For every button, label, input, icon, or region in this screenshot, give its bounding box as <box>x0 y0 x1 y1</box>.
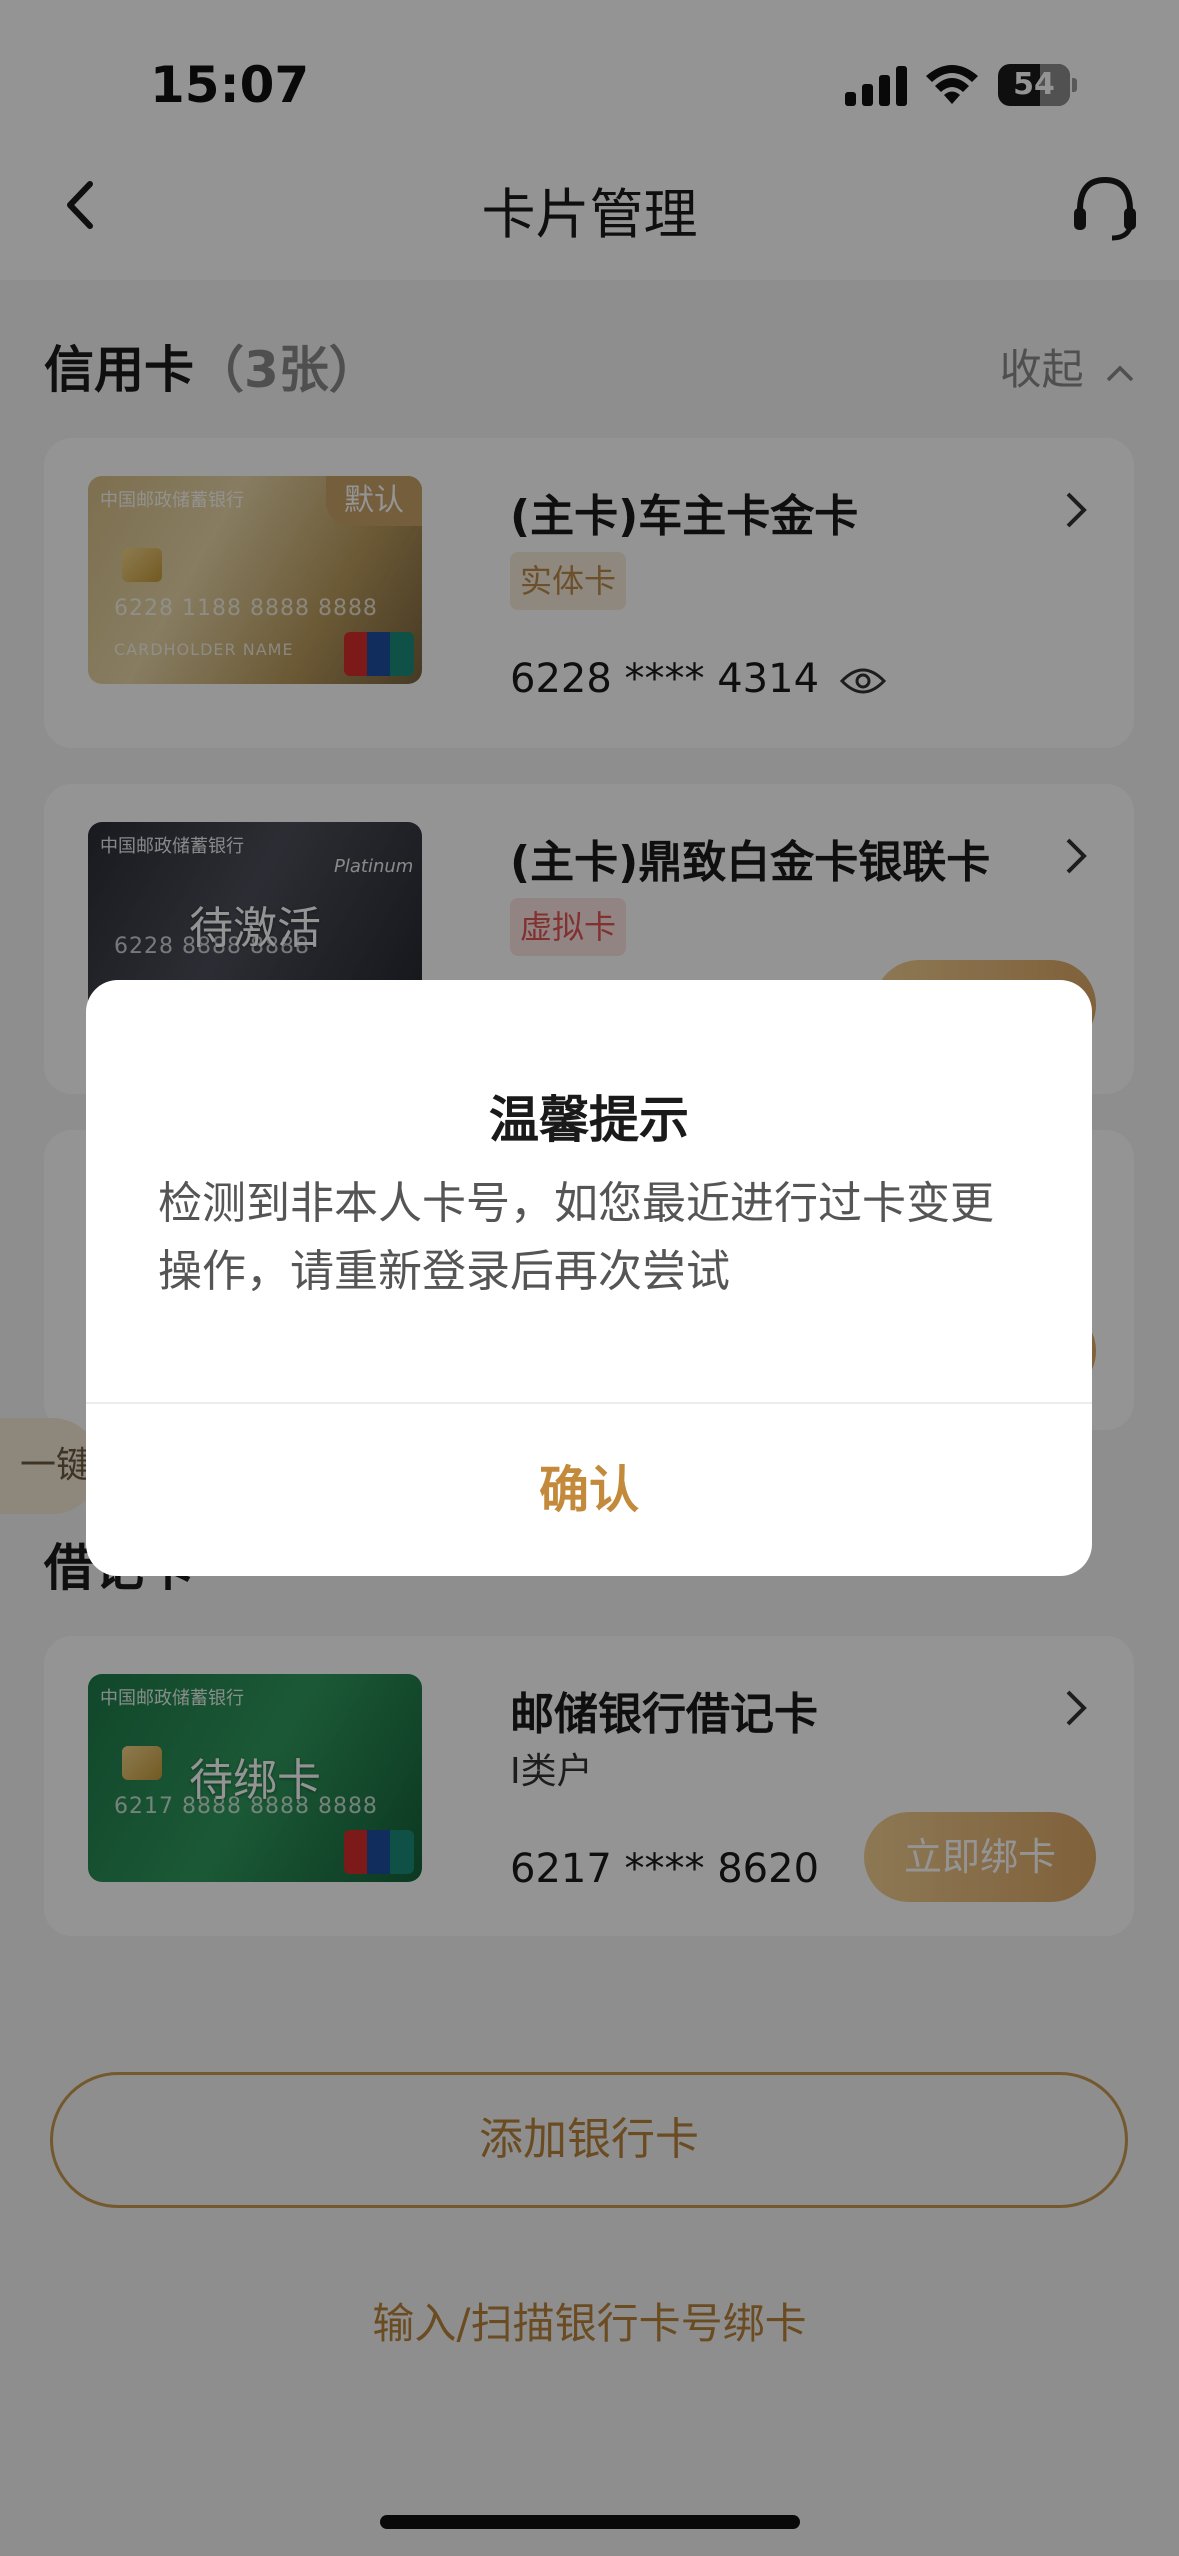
dialog-title: 温馨提示 <box>489 1091 689 1149</box>
confirm-button[interactable]: 确认 <box>86 1404 1092 1576</box>
dialog-message: 检测到非本人卡号，如您最近进行过卡变更操作，请重新登录后再次尝试 <box>158 1178 994 1297</box>
alert-dialog: 温馨提示 检测到非本人卡号，如您最近进行过卡变更操作，请重新登录后再次尝试 确认 <box>86 980 1092 1576</box>
